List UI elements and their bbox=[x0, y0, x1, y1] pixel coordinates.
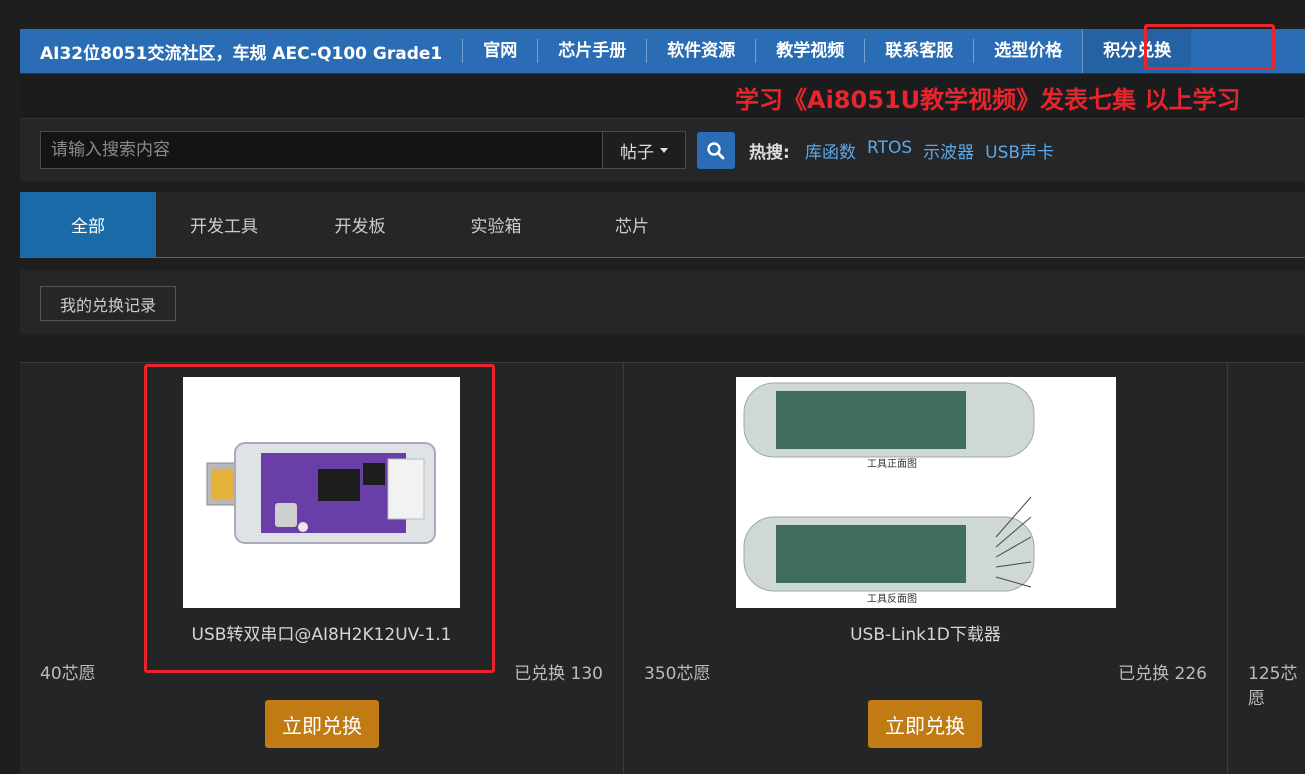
my-exchange-records-button[interactable]: 我的兑换记录 bbox=[40, 286, 176, 321]
caret-down-icon bbox=[660, 147, 668, 153]
hot-link[interactable]: 示波器 bbox=[923, 138, 974, 163]
search-type-label: 帖子 bbox=[620, 142, 654, 163]
nav-item-chip-manual[interactable]: 芯片手册 bbox=[537, 39, 646, 63]
product-sold-count: 已兑换 130 bbox=[514, 664, 603, 684]
hot-link[interactable]: 库函数 bbox=[805, 138, 856, 163]
search-type-select[interactable]: 帖子 bbox=[602, 131, 686, 169]
announcement-text[interactable]: 学习《Ai8051U教学视频》发表七集 以上学习 bbox=[735, 80, 1240, 115]
redeem-button[interactable]: 立即兑换 bbox=[868, 700, 982, 748]
product-card[interactable]: USB转双串口@AI8H2K12UV-1.1 40芯愿 已兑换 130 立即兑换 bbox=[20, 363, 624, 774]
page: AI32位8051交流社区，车规 AEC-Q100 Grade1 官网 芯片手册… bbox=[0, 0, 1305, 774]
product-sold-count: 已兑换 226 bbox=[1118, 664, 1207, 684]
tab-dev-boards[interactable]: 开发板 bbox=[292, 192, 428, 257]
nav-item-contact[interactable]: 联系客服 bbox=[864, 39, 973, 63]
tab-chips[interactable]: 芯片 bbox=[564, 192, 700, 257]
product-price: 40芯愿 bbox=[40, 664, 96, 684]
tab-dev-tools[interactable]: 开发工具 bbox=[156, 192, 292, 257]
back-view-caption: 工具反面图 bbox=[867, 594, 917, 605]
product-price: 125芯愿 bbox=[1248, 664, 1298, 709]
product-name[interactable]: USB-Link1D下载器 bbox=[624, 620, 1227, 645]
nav-item-software[interactable]: 软件资源 bbox=[646, 39, 755, 63]
product-grid: USB转双串口@AI8H2K12UV-1.1 40芯愿 已兑换 130 立即兑换 bbox=[20, 362, 1305, 774]
product-image[interactable]: 工具正面图 工具反面图 bbox=[736, 377, 1116, 608]
redeem-button[interactable]: 立即兑换 bbox=[265, 700, 379, 748]
nav-item-official-site[interactable]: 官网 bbox=[462, 39, 537, 63]
search-button[interactable] bbox=[697, 132, 735, 169]
nav-item-points-exchange[interactable]: 积分兑换 bbox=[1082, 29, 1192, 73]
site-brand[interactable]: AI32位8051交流社区，车规 AEC-Q100 Grade1 bbox=[20, 39, 462, 64]
hot-link[interactable]: RTOS bbox=[867, 138, 912, 163]
search-icon bbox=[707, 141, 725, 159]
announcement-bar: 学习《Ai8051U教学视频》发表七集 以上学习 bbox=[20, 73, 1305, 119]
product-card[interactable]: 125芯愿 bbox=[1228, 363, 1305, 774]
hot-link[interactable]: USB声卡 bbox=[985, 138, 1054, 163]
usb-link-image bbox=[743, 382, 1035, 592]
hot-search-label: 热搜: bbox=[749, 143, 790, 163]
product-card[interactable]: 工具正面图 工具反面图 USB-Link1D下载器 350芯愿 已兑换 226 … bbox=[624, 363, 1228, 774]
records-row: 我的兑换记录 bbox=[20, 270, 1305, 334]
front-view-caption: 工具正面图 bbox=[867, 459, 917, 470]
search-bar: 帖子 热搜: 库函数 RTOS 示波器 USB声卡 bbox=[20, 119, 1305, 181]
tab-lab-kits[interactable]: 实验箱 bbox=[428, 192, 564, 257]
category-tabs: 全部 开发工具 开发板 实验箱 芯片 bbox=[20, 192, 1305, 258]
product-price: 350芯愿 bbox=[644, 664, 711, 684]
top-nav: AI32位8051交流社区，车规 AEC-Q100 Grade1 官网 芯片手册… bbox=[20, 29, 1305, 73]
tab-all[interactable]: 全部 bbox=[20, 192, 156, 257]
usb-adapter-image bbox=[206, 442, 436, 544]
hot-search-links: 库函数 RTOS 示波器 USB声卡 bbox=[805, 138, 1054, 163]
product-image[interactable] bbox=[183, 377, 460, 608]
nav-item-videos[interactable]: 教学视频 bbox=[755, 39, 864, 63]
search-input[interactable] bbox=[40, 131, 603, 169]
product-name[interactable]: USB转双串口@AI8H2K12UV-1.1 bbox=[20, 620, 623, 645]
nav-item-pricing[interactable]: 选型价格 bbox=[973, 39, 1082, 63]
